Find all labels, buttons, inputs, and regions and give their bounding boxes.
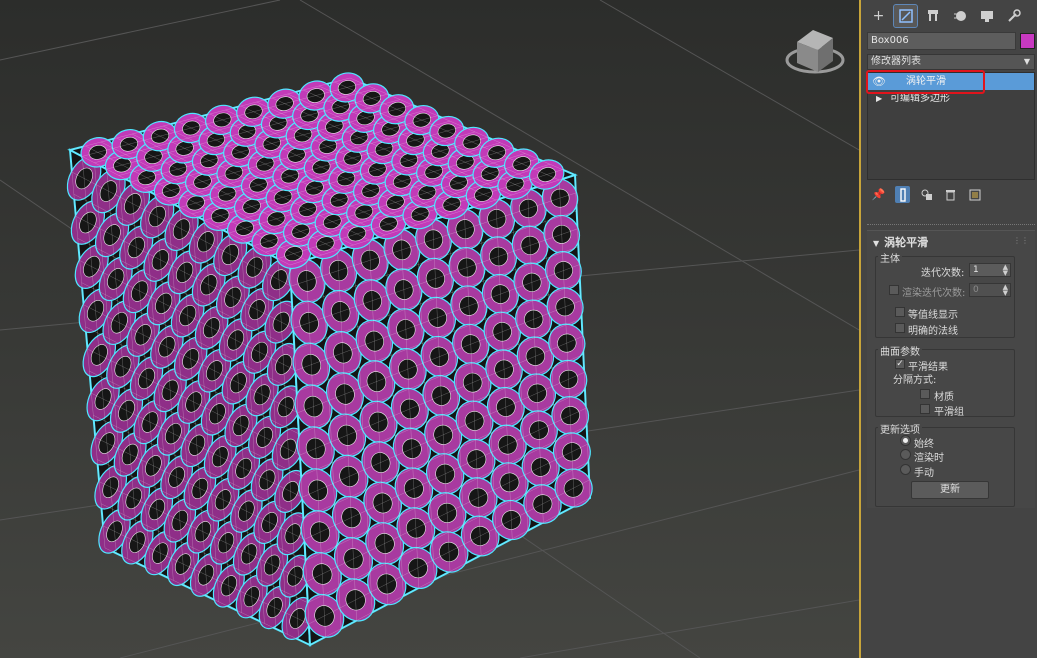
remove-modifier-icon[interactable] [943, 186, 958, 203]
motion-tab-icon[interactable] [948, 5, 971, 27]
render-iters-label: 渲染迭代次数: [902, 288, 966, 299]
materials-label: 材质 [934, 392, 954, 403]
update-rendering-label: 渲染时 [914, 453, 944, 464]
explicit-normals-checkbox[interactable] [895, 323, 905, 333]
update-always-radio[interactable] [900, 435, 911, 446]
panel-divider [867, 224, 1035, 228]
configure-modifier-sets-icon[interactable] [967, 186, 982, 203]
iterations-spinner[interactable]: 1 ▲ ▼ [969, 263, 1011, 277]
dropdown-arrow-icon: ▼ [1023, 57, 1030, 66]
smoothing-groups-checkbox[interactable] [920, 404, 930, 414]
modifier-list-label: 修改器列表 [871, 56, 921, 67]
spinner-arrows-icon[interactable]: ▲ ▼ [1003, 284, 1008, 297]
separate-by-label: 分隔方式: [893, 375, 937, 386]
update-rendering-radio[interactable] [900, 449, 911, 460]
object-name-field[interactable]: Box006 [867, 32, 1016, 50]
update-button[interactable]: 更新 [911, 481, 989, 499]
update-always-label: 始终 [914, 439, 934, 450]
turbosmooth-rollout: ▼ 涡轮平滑 ⋮⋮ 主体 迭代次数: 1 ▲ ▼ 渲染迭代次数: 0 ▲ ▼ 等值线显… [867, 230, 1035, 508]
command-panel: + Box006 修改器列表 ▼ 👁 涡轮平滑 ▶ 可编辑多边形 📌 ▼ 涡轮平… [861, 0, 1037, 658]
viewcube[interactable] [785, 30, 845, 74]
stack-item-label: 可编辑多边形 [890, 93, 950, 104]
modify-tab-icon[interactable] [893, 4, 918, 28]
materials-checkbox[interactable] [920, 389, 930, 399]
display-tab-icon[interactable] [975, 5, 998, 27]
render-iters-value: 0 [973, 285, 979, 295]
collapse-triangle-icon: ▼ [873, 239, 880, 248]
viewport-scene[interactable] [0, 0, 859, 658]
command-panel-tabs: + [867, 4, 1025, 28]
rollout-grip-icon: ⋮⋮ [1013, 236, 1029, 245]
isoline-checkbox[interactable] [895, 307, 905, 317]
make-unique-icon[interactable] [919, 186, 934, 203]
modifier-list-dropdown[interactable]: 修改器列表 ▼ [867, 54, 1035, 70]
pin-stack-icon[interactable]: 📌 [871, 186, 886, 203]
utilities-tab-icon[interactable] [1002, 5, 1025, 27]
surface-group-label: 曲面参数 [878, 343, 922, 358]
update-manually-radio[interactable] [900, 464, 911, 475]
iterations-value: 1 [973, 265, 979, 275]
smoothing-groups-label: 平滑组 [934, 407, 964, 418]
iterations-label: 迭代次数: [921, 268, 965, 279]
create-tab-icon[interactable]: + [867, 5, 890, 27]
explicit-normals-label: 明确的法线 [908, 326, 958, 337]
hierarchy-tab-icon[interactable] [921, 5, 944, 27]
show-end-result-icon[interactable] [895, 186, 910, 203]
rollout-title[interactable]: ▼ 涡轮平滑 [873, 234, 928, 250]
object-color-swatch[interactable] [1020, 33, 1035, 49]
main-group-label: 主体 [878, 250, 902, 265]
spinner-arrows-icon[interactable]: ▲ ▼ [1003, 264, 1008, 277]
rollout-title-text: 涡轮平滑 [884, 236, 929, 249]
highlight-annotation-box [866, 70, 985, 94]
render-iters-checkbox[interactable] [889, 285, 899, 295]
render-iters-spinner[interactable]: 0 ▲ ▼ [969, 283, 1011, 297]
update-group-label: 更新选项 [878, 421, 922, 436]
update-manually-label: 手动 [914, 468, 934, 479]
stack-toolbar: 📌 [871, 186, 982, 203]
smooth-result-checkbox[interactable]: ✓ [895, 359, 905, 369]
perspective-viewport[interactable] [0, 0, 859, 658]
isoline-label: 等值线显示 [908, 310, 958, 321]
